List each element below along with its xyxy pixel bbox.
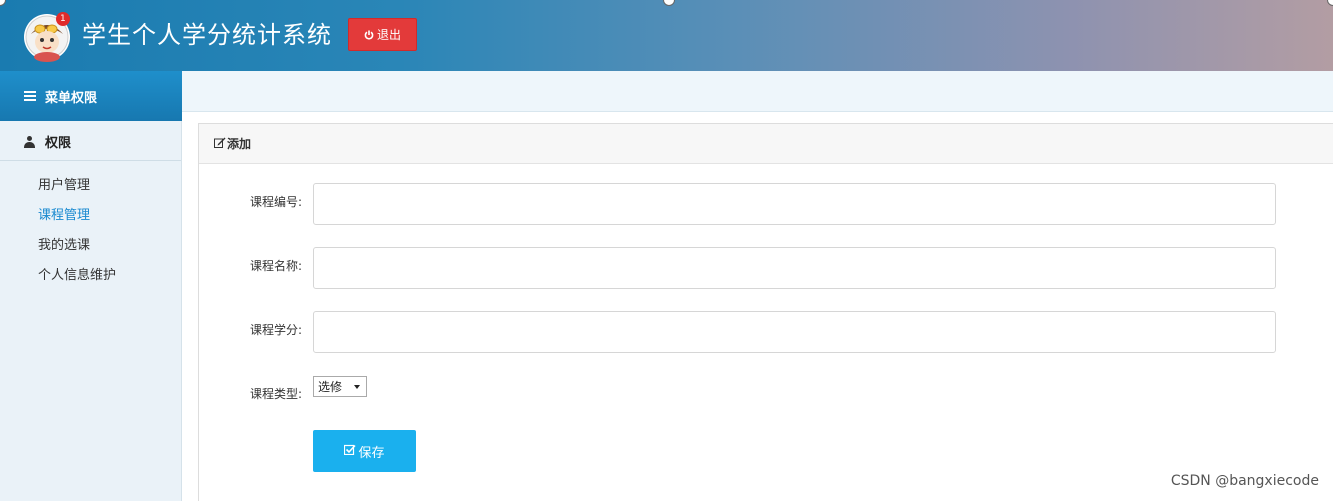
logout-label: 退出 [376,28,401,42]
power-icon [364,30,374,40]
panel-header: 添加 [199,124,1333,164]
sidebar-menu-title: 菜单权限 [45,90,98,106]
edit-icon [214,137,226,151]
sidebar-item-my-courses[interactable]: 我的选课 [38,231,116,261]
sidebar-nav-list: 用户管理 课程管理 我的选课 个人信息维护 [38,171,116,291]
logout-button[interactable]: 退出 [348,18,417,51]
panel-title: 添加 [227,137,252,151]
check-square-icon [344,444,357,458]
sidebar-menu-header: 菜单权限 [0,71,182,121]
save-button[interactable]: 保存 [313,430,416,472]
save-label: 保存 [358,445,385,461]
sidebar-section-title: 权限 [45,136,72,151]
sidebar-item-profile[interactable]: 个人信息维护 [38,261,116,291]
course-credit-label: 课程学分: [250,323,303,337]
course-type-label: 课程类型: [250,387,303,401]
sidebar-item-user-management[interactable]: 用户管理 [38,171,116,201]
course-no-label: 课程编号: [250,195,303,209]
course-type-select[interactable]: 选修 [313,376,367,397]
course-credit-input[interactable] [313,311,1276,353]
add-course-panel: 添加 课程编号: 课程名称: 课程学分: 课程类型: 选修 保存 [198,123,1333,501]
course-name-label: 课程名称: [250,259,303,273]
sidebar-item-course-management[interactable]: 课程管理 [38,201,116,231]
sidebar-section-permissions[interactable]: 权限 [0,123,181,161]
content-topbar [182,71,1333,112]
course-name-input[interactable] [313,247,1276,289]
sidebar: 菜单权限 权限 用户管理 课程管理 我的选课 个人信息维护 [0,71,182,501]
user-icon [24,135,35,148]
course-no-input[interactable] [313,183,1276,225]
list-menu-icon [24,89,36,103]
avatar-logo-icon: 1 [22,12,72,62]
notification-badge: 1 [60,14,66,24]
app-title: 学生个人学分统计系统 [82,21,332,49]
course-type-selected: 选修 [318,380,343,394]
app-header: 1 学生个人学分统计系统 退出 [0,0,1333,71]
csdn-watermark: CSDN @bangxiecode [1170,473,1319,489]
chevron-down-icon [354,385,360,389]
